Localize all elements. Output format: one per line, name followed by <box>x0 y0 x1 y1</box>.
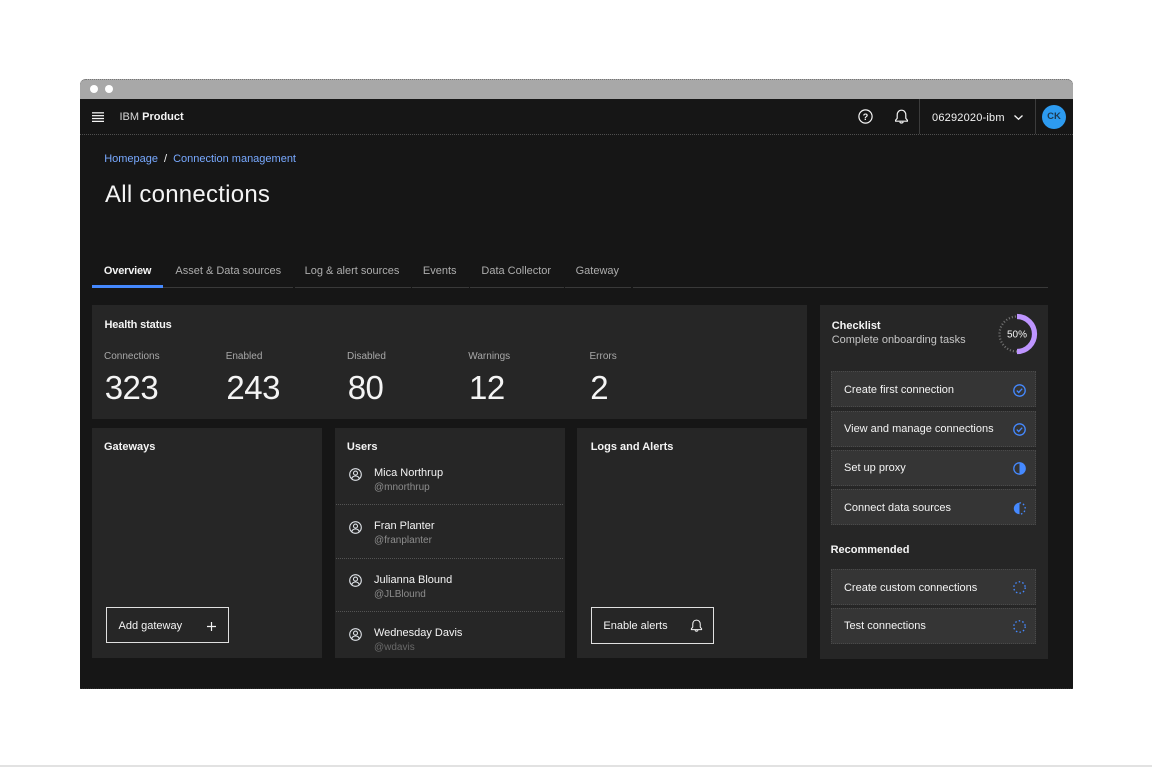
svg-text:50%: 50% <box>1007 330 1027 341</box>
svg-text:?: ? <box>863 112 869 122</box>
